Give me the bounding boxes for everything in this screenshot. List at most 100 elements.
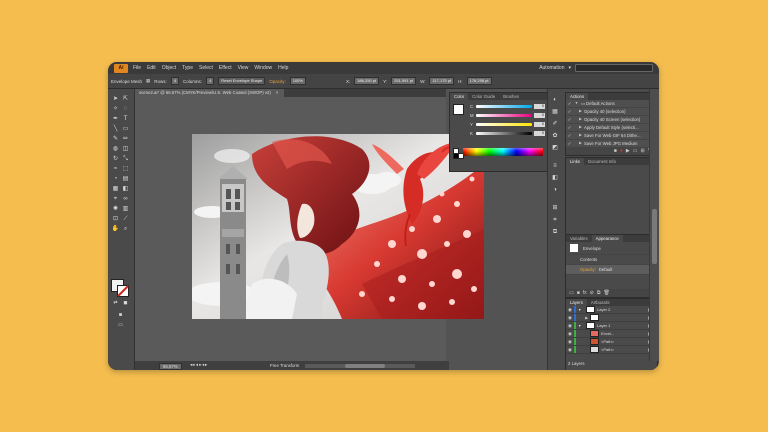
- shape-builder-icon[interactable]: ◔: [111, 175, 120, 183]
- layer-row[interactable]: ◉ <Path>: [566, 346, 657, 354]
- new-set-icon[interactable]: ▭: [633, 148, 638, 154]
- horizontal-scrollbar[interactable]: [305, 363, 415, 368]
- black-slider[interactable]: [476, 132, 532, 135]
- mesh-tool-icon[interactable]: ▦: [111, 185, 120, 193]
- visibility-eye-icon[interactable]: ◉: [566, 323, 574, 329]
- appearance-target-row[interactable]: Envelope: [566, 242, 657, 255]
- rotate-tool-icon[interactable]: ↻: [111, 155, 120, 163]
- menu-file[interactable]: File: [130, 65, 144, 71]
- vertical-scrollbar[interactable]: [649, 89, 659, 361]
- clear-appearance-icon[interactable]: ⊘: [590, 290, 594, 296]
- tab-actions[interactable]: Actions: [566, 93, 589, 100]
- paintbrush-icon[interactable]: ✎: [111, 135, 120, 143]
- expand-triangle-icon[interactable]: ▼: [578, 324, 584, 328]
- check-icon[interactable]: ✓: [566, 108, 573, 115]
- play-icon[interactable]: ▶: [626, 148, 630, 154]
- fill-stroke-swatches[interactable]: [111, 279, 129, 297]
- graphic-styles-icon[interactable]: ◩: [551, 145, 559, 152]
- record-icon[interactable]: ●: [620, 148, 623, 154]
- tab-links[interactable]: Links: [566, 158, 585, 165]
- scrollbar-thumb[interactable]: [652, 209, 657, 264]
- stop-icon[interactable]: ■: [614, 148, 617, 154]
- check-icon[interactable]: ✓: [566, 140, 573, 147]
- symbols-icon[interactable]: ✿: [551, 133, 559, 140]
- yellow-slider[interactable]: [476, 123, 532, 126]
- color-fill-stroke-icon[interactable]: [453, 104, 464, 115]
- expand-triangle-icon[interactable]: ▶: [577, 124, 584, 131]
- magenta-slider[interactable]: [476, 114, 532, 117]
- layer-row[interactable]: ◉ <Path>: [566, 338, 657, 346]
- check-icon[interactable]: ✓: [566, 116, 573, 123]
- menu-view[interactable]: View: [235, 65, 252, 71]
- gradient-icon[interactable]: ◧: [551, 175, 559, 182]
- magenta-value[interactable]: 0: [534, 113, 545, 118]
- artboard-canvas[interactable]: [192, 134, 484, 319]
- check-icon[interactable]: ✓: [566, 100, 573, 107]
- check-icon[interactable]: ✓: [566, 124, 573, 131]
- menu-help[interactable]: Help: [275, 65, 291, 71]
- color-mode-icon[interactable]: ◼: [121, 299, 130, 307]
- type-tool-icon[interactable]: T: [121, 115, 130, 123]
- blend-tool-icon[interactable]: ∞: [121, 195, 130, 203]
- artboard-tool-icon[interactable]: ⊡: [111, 215, 120, 223]
- draw-mode-icon[interactable]: ◙: [116, 311, 125, 319]
- transparency-icon[interactable]: ◑: [551, 187, 559, 194]
- document-tab[interactable]: scene2.ai* @ 66.67% (CMYK/Preview/U.S. W…: [135, 89, 285, 97]
- color-spectrum[interactable]: [463, 148, 543, 156]
- width-field[interactable]: 117,175 pt: [429, 77, 455, 85]
- menu-select[interactable]: Select: [196, 65, 216, 71]
- stroke-icon[interactable]: ≡: [551, 163, 559, 170]
- pencil-icon[interactable]: ✏: [121, 135, 130, 143]
- scale-tool-icon[interactable]: ⤡: [121, 155, 130, 163]
- line-tool-icon[interactable]: ╲: [111, 125, 120, 133]
- action-row[interactable]: ✓ ▼ ▭ Default Actions: [566, 100, 657, 108]
- close-icon[interactable]: ×: [276, 90, 279, 95]
- column-graph-icon[interactable]: ▥: [121, 205, 130, 213]
- zoom-tool-icon[interactable]: ⌕: [121, 225, 130, 233]
- y-field[interactable]: 251,991 pt: [391, 77, 417, 85]
- brushes-icon[interactable]: ✐: [551, 121, 559, 128]
- menu-object[interactable]: Object: [159, 65, 179, 71]
- perspective-grid-icon[interactable]: ▤: [121, 175, 130, 183]
- menu-effect[interactable]: Effect: [216, 65, 235, 71]
- symbol-sprayer-icon[interactable]: ✺: [111, 205, 120, 213]
- add-effect-icon[interactable]: fx: [583, 290, 587, 296]
- action-row[interactable]: ✓ ▶ Save For Web GIF 64 Dithe...: [566, 132, 657, 140]
- action-row[interactable]: ✓ ▶ Opacity 40 (selection): [566, 108, 657, 116]
- scrollbar-thumb[interactable]: [345, 363, 385, 368]
- appearance-opacity-label[interactable]: Opacity:: [580, 265, 596, 274]
- opacity-field[interactable]: 100%: [289, 77, 306, 85]
- expand-triangle-icon[interactable]: ▶: [577, 116, 584, 123]
- expand-triangle-icon[interactable]: ▶: [577, 140, 584, 147]
- tab-variables[interactable]: Variables: [566, 235, 592, 242]
- artboard-nav-arrows[interactable]: ◂◂ ◂ ▸ ▸▸: [190, 362, 207, 368]
- cyan-slider[interactable]: [476, 105, 532, 108]
- tab-document-info[interactable]: Document Info: [584, 158, 620, 165]
- height-field[interactable]: 176,298 pt: [466, 77, 492, 85]
- tab-artboards[interactable]: Artboards: [587, 299, 614, 306]
- layer-row[interactable]: ◉ ▼ Layer 1: [566, 322, 657, 330]
- hand-tool-icon[interactable]: ✋: [111, 225, 120, 233]
- action-row[interactable]: ✓ ▶ Opacity 40 Screen (selection): [566, 116, 657, 124]
- layer-row[interactable]: ◉ ▼ Layer 2: [566, 306, 657, 314]
- swap-colors-icon[interactable]: ⇄: [111, 299, 120, 307]
- add-stroke-icon[interactable]: ▭: [569, 290, 574, 296]
- layer-row[interactable]: ◉ Envel...: [566, 330, 657, 338]
- stroke-swatch[interactable]: [117, 285, 129, 297]
- appearance-contents-row[interactable]: Contents: [566, 255, 657, 265]
- tab-layers[interactable]: Layers: [566, 299, 587, 306]
- reset-envelope-button[interactable]: Reset Envelope Shape: [218, 77, 266, 85]
- visibility-eye-icon[interactable]: ◉: [566, 315, 574, 321]
- new-action-icon[interactable]: ⊞: [640, 148, 644, 154]
- rows-field[interactable]: 4: [170, 77, 180, 85]
- duplicate-item-icon[interactable]: ⧉: [597, 290, 601, 296]
- free-transform-icon[interactable]: ⬚: [121, 165, 130, 173]
- workspace-switcher[interactable]: Automation: [539, 65, 564, 71]
- yellow-value[interactable]: 0: [534, 122, 545, 127]
- tab-brushes[interactable]: Brushes: [499, 93, 523, 100]
- gradient-tool-icon[interactable]: ◧: [121, 185, 130, 193]
- screen-mode-icon[interactable]: ▭: [116, 321, 125, 329]
- slice-tool-icon[interactable]: ⟋: [121, 215, 130, 223]
- selection-tool-icon[interactable]: ➤: [111, 95, 120, 103]
- expand-triangle-icon[interactable]: ▶: [577, 132, 584, 139]
